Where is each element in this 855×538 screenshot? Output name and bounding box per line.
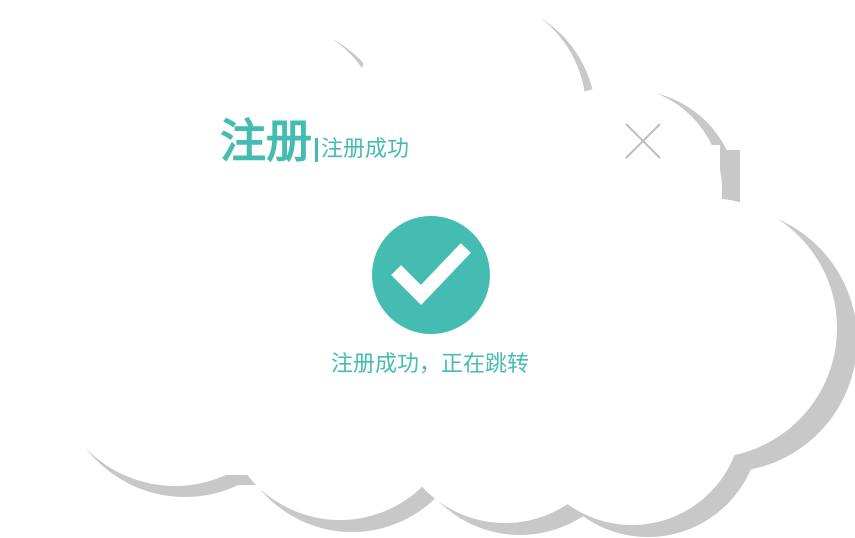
dialog-subtitle: 注册成功 xyxy=(321,137,410,162)
status-message: 注册成功，正在跳转 xyxy=(330,352,529,377)
registration-success-dialog: 注册 注册成功 注册成功，正在跳转 xyxy=(0,0,855,538)
checkmark-circle-icon xyxy=(372,216,490,334)
close-icon xyxy=(625,123,661,159)
header-divider xyxy=(315,138,318,162)
success-check-badge xyxy=(371,215,491,335)
close-button[interactable] xyxy=(624,122,662,160)
dialog-header: 注册 注册成功 xyxy=(220,108,409,168)
dialog-title: 注册 xyxy=(220,114,312,168)
